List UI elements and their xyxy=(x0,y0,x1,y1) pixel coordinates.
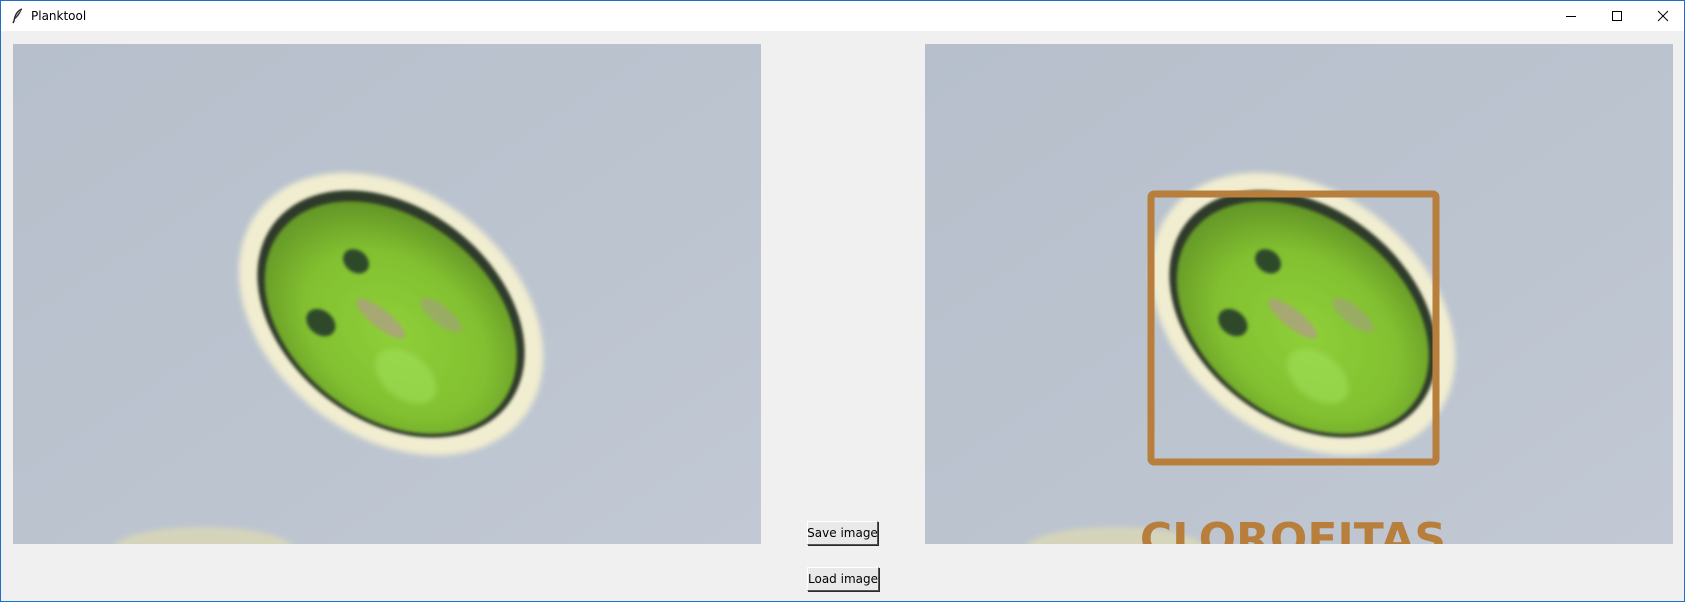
original-image-canvas xyxy=(13,44,761,544)
title-bar[interactable]: Planktool xyxy=(1,1,1684,31)
maximize-button[interactable] xyxy=(1594,1,1640,31)
close-icon xyxy=(1657,10,1669,22)
app-window: Planktool CLOROFITAS Save image Load ima… xyxy=(0,0,1685,602)
load-image-button[interactable]: Load image xyxy=(807,567,879,591)
feather-icon xyxy=(11,8,25,24)
minimize-button[interactable] xyxy=(1548,1,1594,31)
minimize-icon xyxy=(1565,10,1577,22)
detection-label: CLOROFITAS xyxy=(1140,514,1446,544)
close-button[interactable] xyxy=(1640,1,1684,31)
annotated-image-canvas: CLOROFITAS xyxy=(925,44,1673,544)
maximize-icon xyxy=(1611,10,1623,22)
window-title: Planktool xyxy=(31,9,87,23)
save-image-button[interactable]: Save image xyxy=(807,521,878,545)
